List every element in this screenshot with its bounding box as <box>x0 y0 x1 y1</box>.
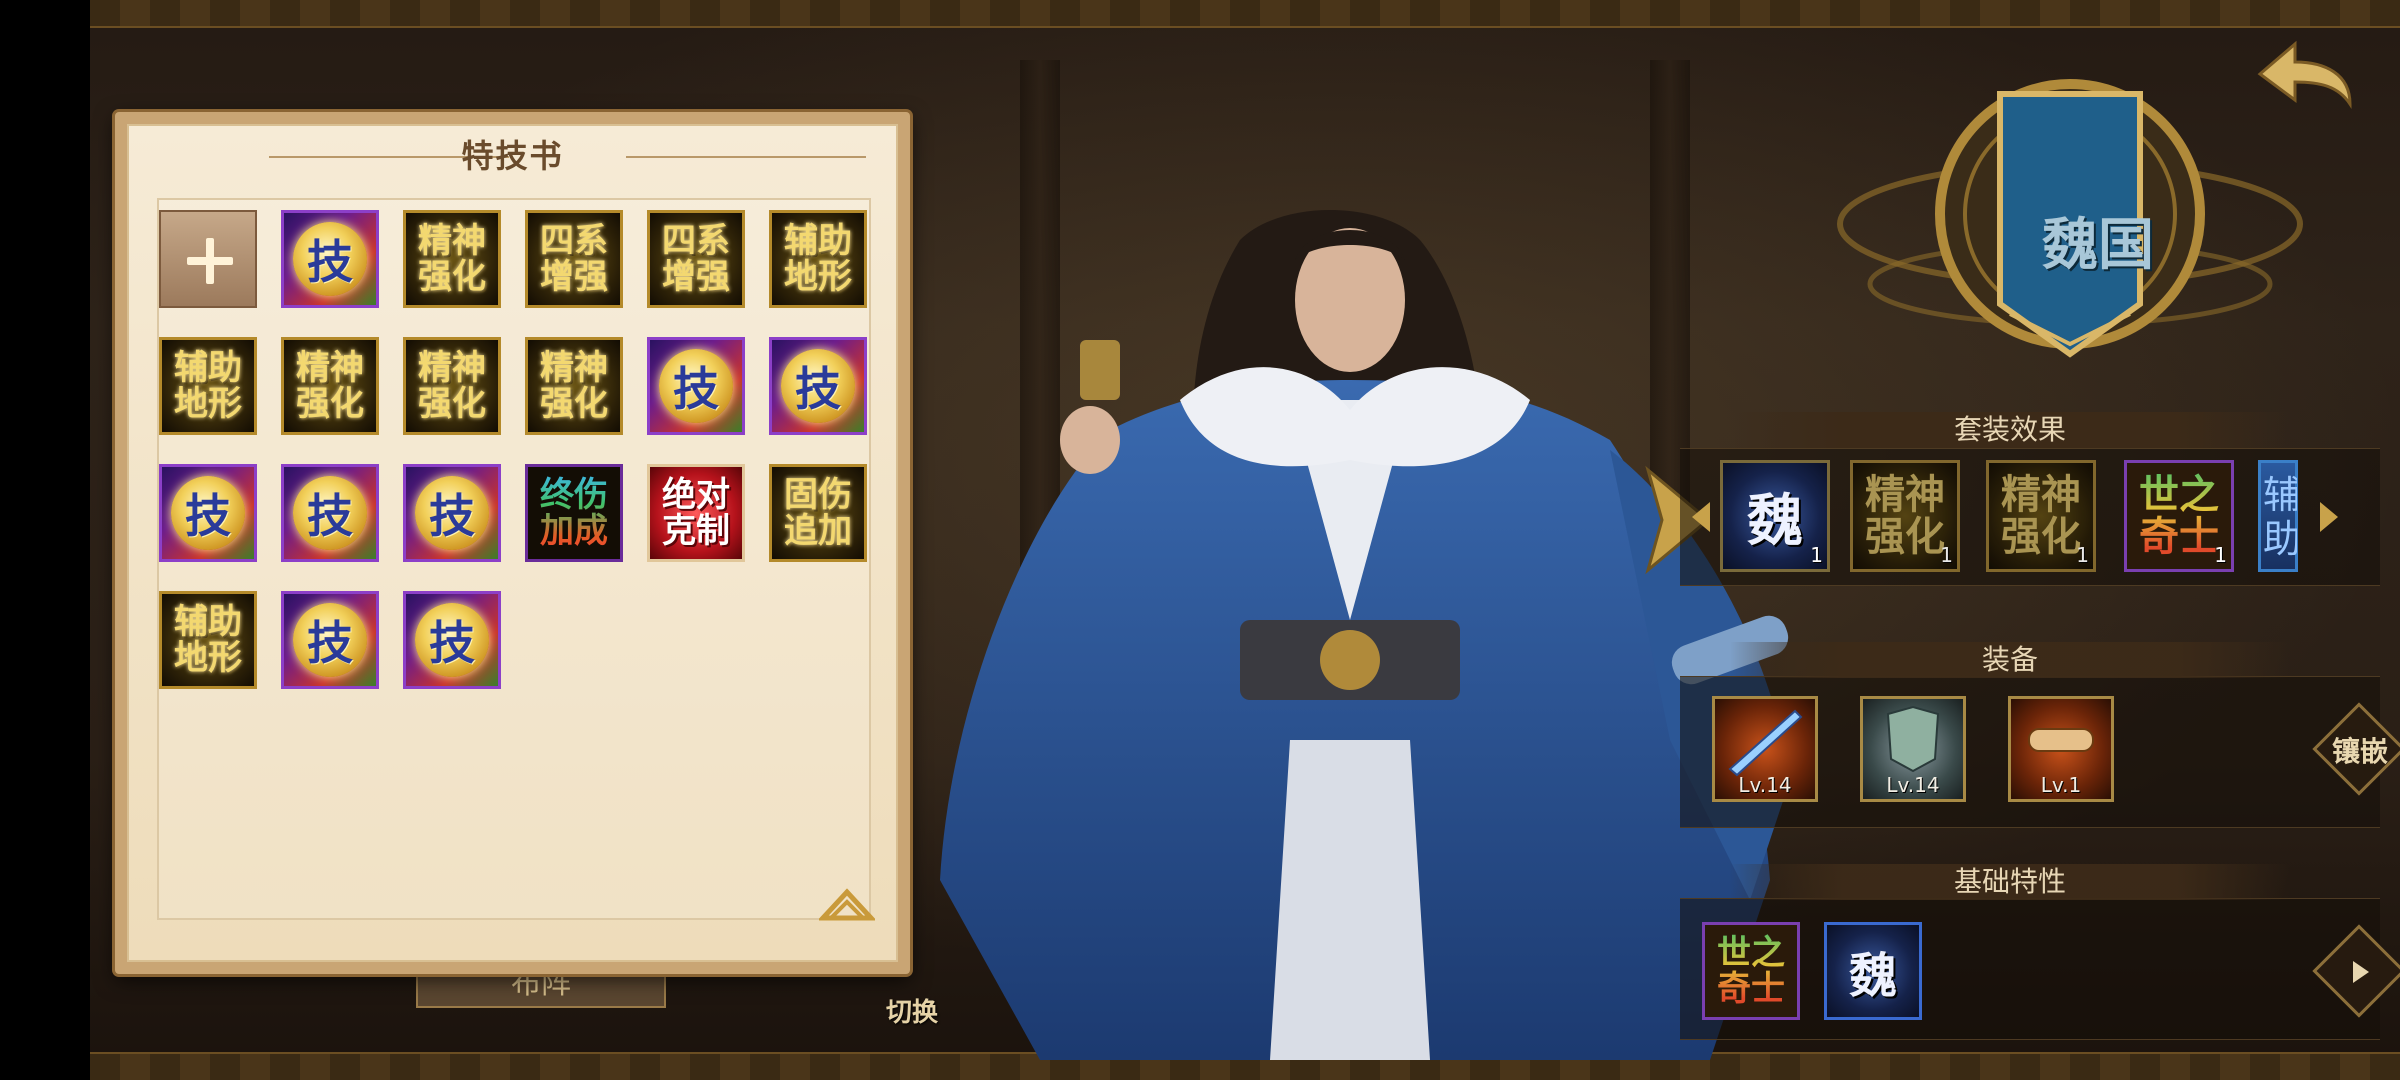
set-effect-header: 套装效果 <box>1730 412 2290 448</box>
equipment-scroll-slot[interactable]: Lv.1 <box>2008 696 2114 802</box>
skill-book-panel-body: 特技书 技精神 强化 四系 增强 四系 增强 辅助 地形 辅助 地形 精神 强化 精神 强化… <box>127 124 898 962</box>
trait-world-sage[interactable]: 世之 奇士 <box>1702 922 1800 1020</box>
skill-book-label: 绝对 克制 <box>662 475 730 551</box>
skill-book-panel: 特技书 技精神 强化 四系 增强 四系 增强 辅助 地形 辅助 地形 精神 强化 精神 强化… <box>115 112 910 974</box>
set-scroll-right-icon[interactable] <box>2316 500 2342 534</box>
skill-book-slot[interactable]: 四系 增强 <box>525 210 623 308</box>
skill-book-label: 辅助 地形 <box>174 348 242 424</box>
skill-book-slot[interactable]: 四系 增强 <box>647 210 745 308</box>
skill-book-slot[interactable]: 精神 强化 <box>525 337 623 435</box>
skill-book-slot[interactable]: 技 <box>159 464 257 562</box>
skill-book-label: 技 <box>673 362 719 416</box>
trait-wei[interactable]: 魏 <box>1824 922 1922 1020</box>
skill-book-label: 四系 增强 <box>540 221 608 297</box>
skill-book-slot[interactable]: 技 <box>403 464 501 562</box>
armor-icon <box>1886 705 1940 773</box>
skill-book-slot[interactable]: 技 <box>403 591 501 689</box>
skill-book-slot[interactable]: 技 <box>281 591 379 689</box>
skill-book-slot[interactable]: 技 <box>281 210 379 308</box>
skill-book-label: 辅助 地形 <box>784 221 852 297</box>
add-skill-book-button[interactable] <box>159 210 257 308</box>
skill-book-slot[interactable]: 技 <box>647 337 745 435</box>
set-scroll-left-icon[interactable] <box>1688 500 1714 534</box>
skill-book-label: 技 <box>795 362 841 416</box>
set-icon-wei[interactable]: 魏1 <box>1720 460 1830 572</box>
traits-header: 基础特性 <box>1730 864 2290 900</box>
set-icon-mind-boost[interactable]: 精神 强化 1 <box>1986 460 2096 572</box>
skill-book-slot[interactable]: 技 <box>769 337 867 435</box>
skill-book-slot[interactable]: 辅助 地形 <box>769 210 867 308</box>
skill-book-slot[interactable]: 精神 强化 <box>281 337 379 435</box>
skill-book-slot[interactable]: 固伤 追加 <box>769 464 867 562</box>
skill-book-slot[interactable]: 辅助 地形 <box>159 337 257 435</box>
skill-book-grid: 技精神 强化 四系 增强 四系 增强 辅助 地形 辅助 地形 精神 强化 精神 强化 精神 强… <box>157 198 871 920</box>
scroll-icon <box>2028 728 2094 752</box>
skill-book-slot[interactable]: 精神 强化 <box>403 210 501 308</box>
traits-detail-button[interactable] <box>2312 924 2400 1020</box>
skill-book-slot[interactable]: 终伤 加成 <box>525 464 623 562</box>
skill-book-label: 技 <box>307 616 353 670</box>
skill-book-label: 技 <box>307 489 353 543</box>
skill-book-slot[interactable]: 精神 强化 <box>403 337 501 435</box>
skill-book-slot[interactable]: 绝对 克制 <box>647 464 745 562</box>
skill-book-label: 精神 强化 <box>418 221 486 297</box>
sword-icon <box>1728 709 1803 777</box>
skill-book-label: 辅助 地形 <box>174 602 242 678</box>
set-icon-world-sage[interactable]: 世之 奇士 1 <box>2124 460 2234 572</box>
collapse-up-icon[interactable] <box>819 878 875 924</box>
skill-book-label: 技 <box>307 235 353 289</box>
equipment-weapon-slot[interactable]: Lv.14 <box>1712 696 1818 802</box>
skill-book-slot[interactable]: 辅助 地形 <box>159 591 257 689</box>
faction-banner-text: 魏国 <box>2042 212 2154 278</box>
equipment-armor-slot[interactable]: Lv.14 <box>1860 696 1966 802</box>
skill-book-label: 固伤 追加 <box>784 475 852 551</box>
chevron-right-icon <box>2353 961 2369 983</box>
skill-book-label: 技 <box>429 489 475 543</box>
plus-icon <box>206 238 214 284</box>
panel-title: 特技书 <box>461 137 564 175</box>
top-frame-border <box>90 0 2400 28</box>
inlay-button[interactable]: 镶嵌 <box>2312 702 2400 798</box>
set-icon-partial[interactable]: 辅 助 <box>2258 460 2298 572</box>
skill-book-label: 技 <box>429 616 475 670</box>
skill-book-label: 终伤 加成 <box>528 467 620 559</box>
equipment-header: 装备 <box>1730 642 2290 678</box>
skill-book-label: 四系 增强 <box>662 221 730 297</box>
skill-book-label: 精神 强化 <box>296 348 364 424</box>
skill-book-label: 精神 强化 <box>540 348 608 424</box>
skill-book-slot[interactable]: 技 <box>281 464 379 562</box>
panel-title-row: 特技书 <box>129 136 896 176</box>
skill-book-label: 技 <box>185 489 231 543</box>
skill-book-label: 精神 强化 <box>418 348 486 424</box>
set-icon-mind-boost[interactable]: 精神 强化 1 <box>1850 460 1960 572</box>
